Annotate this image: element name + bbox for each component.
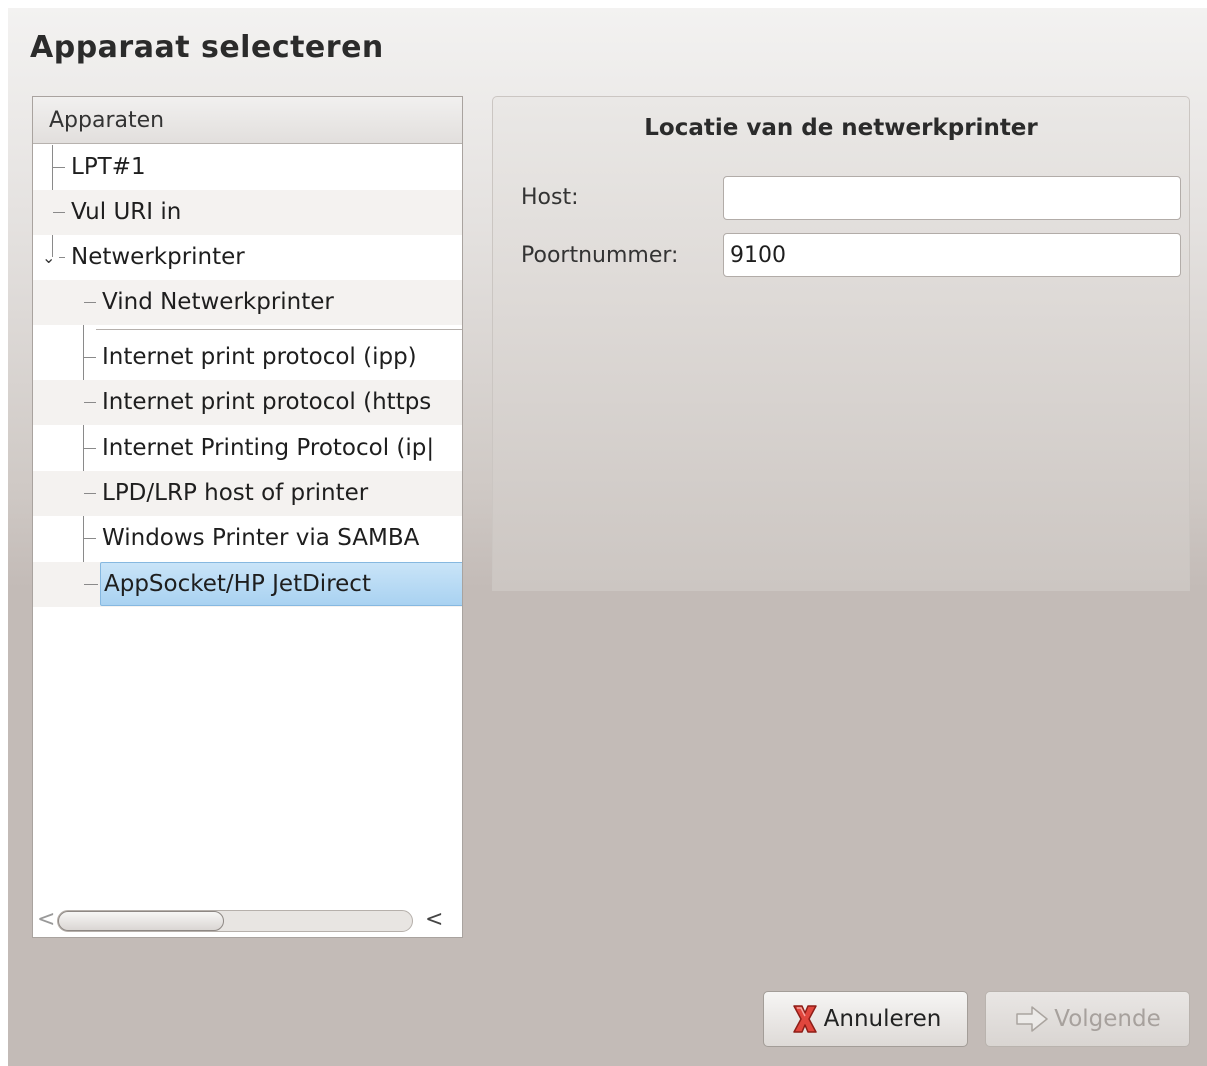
tree-column-header[interactable]: Apparaten — [33, 97, 462, 144]
tree-item-label: LPD/LRP host of printer — [102, 480, 369, 506]
tree-item-ipp-https[interactable]: Internet print protocol (https — [33, 380, 462, 425]
scrollbar-thumb[interactable] — [58, 911, 224, 931]
panel-title: Locatie van de netwerkprinter — [644, 115, 1038, 141]
tree-connector — [84, 448, 96, 449]
tree-item-label: Internet Printing Protocol (ip| — [102, 435, 435, 461]
tree-connector — [53, 167, 65, 168]
chevron-down-icon[interactable]: ⌄ — [42, 235, 55, 280]
tree-item-lpd[interactable]: LPD/LRP host of printer — [33, 471, 462, 516]
port-input[interactable] — [723, 233, 1181, 277]
tree-connector — [59, 257, 65, 258]
tree-item-label: Vind Netwerkprinter — [102, 289, 334, 315]
tree-item-label: Netwerkprinter — [71, 244, 245, 270]
tree-connector — [84, 538, 96, 539]
tree-item-ipp[interactable]: Internet print protocol (ipp) — [33, 335, 462, 380]
host-label: Host: — [521, 185, 579, 210]
tree-connector — [84, 584, 98, 585]
tree-item-samba[interactable]: Windows Printer via SAMBA — [33, 516, 462, 561]
red-x-icon — [790, 1002, 820, 1036]
network-printer-location-panel: Locatie van de netwerkprinter Host: Poor… — [492, 96, 1190, 591]
scroll-arrows-icon[interactable]: < > — [425, 905, 462, 937]
tree-connector — [84, 357, 96, 358]
cancel-button[interactable]: Annuleren — [763, 991, 968, 1047]
tree-item-label: Windows Printer via SAMBA — [102, 525, 420, 551]
tree-item-lpt1[interactable]: LPT#1 — [33, 145, 462, 190]
right-arrow-icon — [1014, 1004, 1050, 1034]
horizontal-scrollbar[interactable]: < < > — [33, 905, 462, 937]
scrollbar-track[interactable] — [57, 910, 413, 932]
tree-item-appsocket[interactable]: AppSocket/HP JetDirect — [33, 562, 462, 607]
dialog-title: Apparaat selecteren — [30, 30, 384, 65]
tree-item-label: AppSocket/HP JetDirect — [104, 571, 371, 597]
tree-item-label: Internet print protocol (ipp) — [102, 344, 417, 370]
tree-item-network-printer[interactable]: ⌄ Netwerkprinter — [33, 235, 462, 280]
tree-connector — [53, 212, 65, 213]
tree-connector — [84, 493, 96, 494]
tree-separator — [96, 329, 462, 330]
tree-item-label: Internet print protocol (https — [102, 389, 432, 415]
scroll-left-arrow-icon[interactable]: < — [37, 905, 55, 935]
tree-connector — [84, 402, 96, 403]
next-button[interactable]: Volgende — [985, 991, 1190, 1047]
select-device-dialog: Apparaat selecteren Apparaten LPT#1 Vul … — [8, 8, 1207, 1066]
host-input[interactable] — [723, 176, 1181, 220]
tree-item-ipps[interactable]: Internet Printing Protocol (ip| — [33, 426, 462, 471]
tree-item-enter-uri[interactable]: Vul URI in — [33, 190, 462, 235]
device-tree[interactable]: Apparaten LPT#1 Vul URI in ⌄ Netwerkprin… — [32, 96, 463, 938]
port-label: Poortnummer: — [521, 243, 679, 268]
tree-body: LPT#1 Vul URI in ⌄ Netwerkprinter Vind N… — [33, 145, 462, 905]
tree-connector — [84, 302, 96, 303]
tree-item-label: Vul URI in — [71, 199, 182, 225]
next-label: Volgende — [1054, 1006, 1161, 1032]
cancel-label: Annuleren — [823, 1006, 942, 1032]
tree-item-find-network-printer[interactable]: Vind Netwerkprinter — [33, 280, 462, 325]
tree-item-label: LPT#1 — [71, 154, 146, 180]
